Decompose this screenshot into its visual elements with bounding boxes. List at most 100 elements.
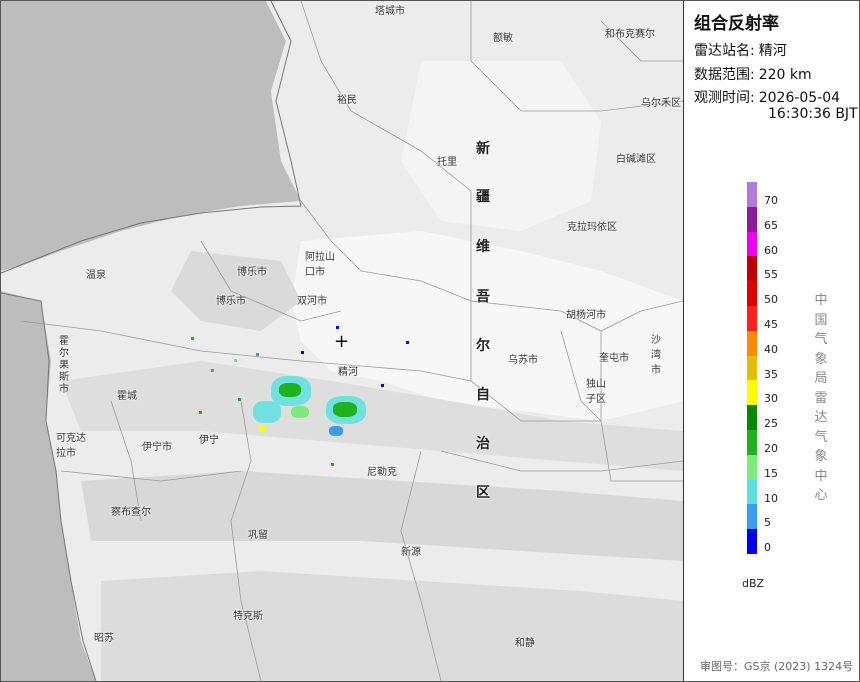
legend-color-segment xyxy=(747,454,757,480)
station-value: 精河 xyxy=(758,43,787,59)
place-label: 霍城 xyxy=(117,391,137,402)
echo-cell xyxy=(234,359,237,362)
legend-color-segment xyxy=(747,256,757,282)
place-label: 察布查尔 xyxy=(111,507,151,518)
echo-cell xyxy=(191,337,194,340)
station-key: 雷达站名: xyxy=(694,43,755,59)
region-char: 维 xyxy=(476,239,490,255)
legend-tick-label: 60 xyxy=(764,243,778,257)
legend-color-segment xyxy=(747,405,757,430)
place-label: 巩留 xyxy=(248,530,268,541)
place-label: 白碱滩区 xyxy=(616,154,656,165)
organization-char: 象 xyxy=(814,351,828,367)
legend-color-segment xyxy=(747,330,757,356)
legend-tick-label: 5 xyxy=(764,516,771,530)
place-label: 托里 xyxy=(437,157,457,168)
place-label: 温泉 xyxy=(86,270,106,281)
color-legend-bar xyxy=(747,182,757,554)
legend-color-segment xyxy=(747,355,757,381)
place-label: 昭苏 xyxy=(94,633,114,644)
legend-color-segment xyxy=(747,429,757,455)
organization-char: 达 xyxy=(814,410,828,425)
organization-char: 象 xyxy=(814,449,828,464)
place-label: 博乐市 xyxy=(237,267,267,278)
region-char: 尔 xyxy=(476,338,490,354)
legend-tick-label: 0 xyxy=(764,541,771,555)
time-row: 观测时间: 2026-05-04 xyxy=(694,87,840,107)
place-label: 精河 xyxy=(338,367,358,378)
legend-tick-label: 45 xyxy=(764,318,778,331)
time-clock: 16:30:36 BJT xyxy=(768,106,858,122)
echo-cell xyxy=(381,384,384,387)
legend-tick-label: 55 xyxy=(764,268,778,282)
organization-char: 气 xyxy=(814,332,828,347)
region-char: 疆 xyxy=(476,189,490,205)
legend-tick-label: 10 xyxy=(764,491,778,505)
legend-tick-label: 30 xyxy=(764,392,778,406)
echo-cell xyxy=(211,369,214,372)
place-label: 胡杨河市 xyxy=(566,310,606,321)
echo-core xyxy=(333,402,357,417)
place-label: 伊宁 xyxy=(199,435,219,446)
place-label: 克拉玛依区 xyxy=(567,222,617,233)
radar-site-marker: + xyxy=(334,331,350,352)
organization-char: 雷 xyxy=(814,390,828,406)
echo-core xyxy=(279,383,301,397)
place-label: 塔城市 xyxy=(375,6,405,17)
legend-color-segment xyxy=(747,504,757,530)
place-label: 新源 xyxy=(401,547,421,558)
legend-color-segment xyxy=(747,281,757,306)
legend-tick-label: 40 xyxy=(764,342,778,356)
place-label: 尼勒克 xyxy=(367,467,397,478)
place-label: 乌苏市 xyxy=(508,355,538,366)
echo-cell xyxy=(238,398,241,401)
echo-core xyxy=(259,425,265,431)
info-panel: 组合反射率 雷达站名: 精河 数据范围: 220 km 观测时间: 2026-05-0… xyxy=(683,1,859,681)
legend-color-segment xyxy=(747,182,757,207)
region-char: 新 xyxy=(476,141,490,157)
organization-char: 心 xyxy=(814,488,828,503)
place-label: 沙湾市 xyxy=(651,335,661,376)
place-label: 奎屯市 xyxy=(599,353,629,364)
station-row: 雷达站名: 精河 xyxy=(694,40,787,60)
region-char: 吾 xyxy=(476,289,490,305)
place-label: 霍尔果斯市 xyxy=(59,336,69,395)
place-label: 额敏 xyxy=(493,33,513,44)
organization-name: 中国气象局雷达气象中心 xyxy=(813,291,829,506)
place-label: 独山子区 xyxy=(586,379,606,405)
echo-cell xyxy=(301,351,304,354)
region-char: 区 xyxy=(476,485,490,501)
time-key: 观测时间: xyxy=(694,90,755,106)
map-approval-number: 审图号：GS京 (2023) 1324号 xyxy=(700,660,854,673)
legend-tick-label: 65 xyxy=(764,218,778,232)
echo-cell xyxy=(336,326,339,329)
place-label: 和静 xyxy=(515,638,535,649)
organization-char: 气 xyxy=(814,429,828,445)
time-date: 2026-05-04 xyxy=(758,90,841,106)
legend-tick-label: 15 xyxy=(764,466,778,480)
range-value: 220 km xyxy=(758,67,812,83)
legend-color-segment xyxy=(747,206,757,232)
echo-core xyxy=(291,406,309,418)
legend-color-segment xyxy=(747,305,757,331)
legend-color-segment xyxy=(747,479,757,505)
echo-cell xyxy=(256,353,259,356)
radar-figure: + 塔城市 和布克赛尔 额敏 乌尔禾区 裕民 托里 白碱滩区 克拉玛依区 温泉 … xyxy=(0,0,860,682)
organization-char: 中 xyxy=(814,468,828,484)
legend-color-segment xyxy=(747,231,757,257)
legend-color-segment xyxy=(747,529,757,554)
legend-tick-label: 70 xyxy=(764,194,778,207)
legend-tick-label: 20 xyxy=(764,442,778,455)
legend-tick-label: 25 xyxy=(764,417,778,431)
place-label: 双河市 xyxy=(297,296,327,307)
echo-cell xyxy=(406,341,409,344)
range-key: 数据范围: xyxy=(694,67,755,83)
place-label: 乌尔禾区 xyxy=(641,98,681,109)
legend-unit: dBZ xyxy=(742,577,765,590)
echo-cell xyxy=(331,463,334,466)
legend-tick-label: 35 xyxy=(764,367,778,381)
region-char: 治 xyxy=(476,436,490,452)
organization-char: 国 xyxy=(814,312,828,328)
echo-cell xyxy=(199,411,202,414)
place-label: 和布克赛尔 xyxy=(605,29,655,40)
